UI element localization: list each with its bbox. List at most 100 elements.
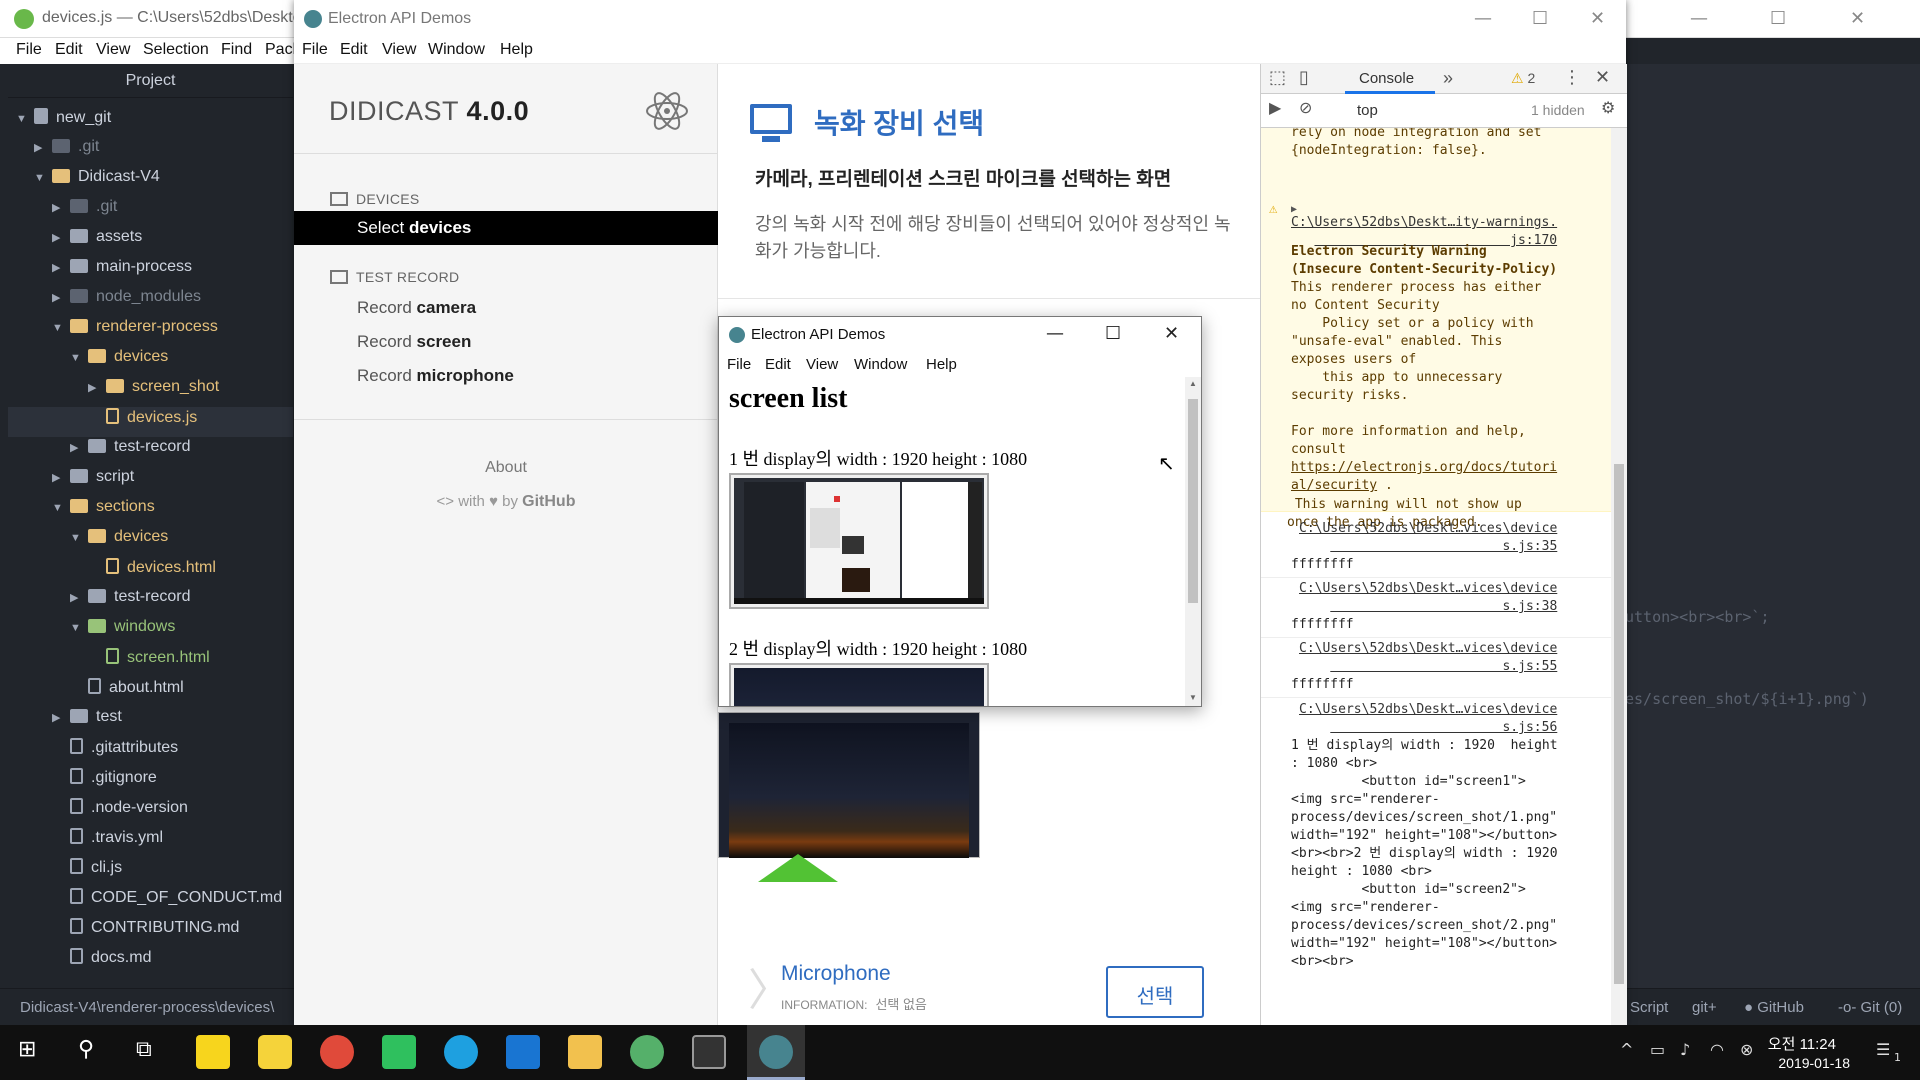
tree-item-devices-html[interactable]: devices.html (106, 558, 216, 588)
maximize-icon[interactable]: ☐ (1532, 8, 1548, 29)
microphone-select-button[interactable]: 선택 (1106, 966, 1204, 1018)
tree-item-screen-html[interactable]: screen.html (106, 648, 210, 678)
windows-start-icon[interactable]: ⊞ (18, 1037, 36, 1062)
tree-item-didicast-v4[interactable]: ▼ Didicast-V4 (34, 168, 160, 198)
atom-code-editor[interactable] (1620, 64, 1920, 1004)
menu-help[interactable]: Help (500, 41, 533, 59)
tree-item-test[interactable]: ▶ test (52, 708, 122, 738)
menu-file[interactable]: File (302, 41, 328, 59)
menu-view[interactable]: View (806, 356, 838, 373)
menu-edit[interactable]: Edit (340, 41, 368, 59)
menu-help[interactable]: Help (926, 356, 957, 373)
scroll-up-icon[interactable]: ▲ (1189, 379, 1197, 388)
tree-item-test-record[interactable]: ▶ test-record (70, 438, 190, 468)
tree-item-code-of-conduct[interactable]: CODE_OF_CONDUCT.md (70, 888, 282, 918)
sticky-notes-icon[interactable] (196, 1035, 230, 1069)
tree-item-sections[interactable]: ▼ sections (52, 498, 155, 528)
tree-item-contributing[interactable]: CONTRIBUTING.md (70, 918, 239, 948)
chevron-up-icon[interactable]: ^ (1620, 1040, 1633, 1059)
menu-edit[interactable]: Edit (765, 356, 791, 373)
tree-item-devices-js[interactable]: devices.js (106, 408, 197, 438)
nav-record-camera[interactable]: Record camera (294, 291, 718, 325)
screen-1-button[interactable] (729, 473, 989, 609)
context-selector[interactable]: top (1357, 102, 1378, 119)
close-icon[interactable]: ✕ (1164, 323, 1179, 344)
tree-item-node-modules[interactable]: ▶ node_modules (52, 288, 201, 318)
tree-item-docs-md[interactable]: docs.md (70, 948, 151, 978)
scrollbar-thumb[interactable] (1614, 464, 1624, 984)
close-icon[interactable]: ✕ (1850, 8, 1865, 29)
nav-record-microphone[interactable]: Record microphone (294, 359, 718, 393)
maximize-icon[interactable]: ☐ (1770, 8, 1786, 29)
more-tabs-icon[interactable]: » (1443, 68, 1453, 89)
tree-item-gitignore[interactable]: .gitignore (70, 768, 157, 798)
status-git[interactable]: -o- Git (0) (1838, 999, 1902, 1016)
pycharm-icon[interactable] (382, 1035, 416, 1069)
menu-window[interactable]: Window (854, 356, 907, 373)
menu-file[interactable]: File (727, 356, 751, 373)
tree-item-travis-yml[interactable]: .travis.yml (70, 828, 163, 858)
console-source-link[interactable]: C:\Users\52dbs\Deskt…vices\device s.js:3… (1299, 520, 1557, 556)
tree-item-script[interactable]: ▶ script (52, 468, 134, 498)
console-source-link[interactable]: C:\Users\52dbs\Deskt…vices\device s.js:5… (1299, 640, 1557, 676)
security-docs-link[interactable]: https://electronjs.org/docs/tutori al/se… (1291, 459, 1557, 495)
tree-item-sections-devices[interactable]: ▼ devices (70, 528, 168, 558)
tree-item-gitattributes[interactable]: .gitattributes (70, 738, 178, 768)
made-with-love-github[interactable]: <> with ♥ by GitHub (294, 493, 718, 511)
tree-item-windows[interactable]: ▼ windows (70, 618, 175, 648)
minimize-icon[interactable]: — (1690, 8, 1708, 29)
status-github[interactable]: ● GitHub (1744, 999, 1804, 1016)
nav-select-devices[interactable]: Select devices (294, 211, 718, 245)
inspect-element-icon[interactable]: ⬚ (1269, 67, 1286, 88)
kebab-menu-icon[interactable]: ⋮ (1563, 67, 1581, 88)
do-not-disturb-icon[interactable]: ⊗ (1740, 1040, 1753, 1059)
tree-item-screen-shot[interactable]: ▶ screen_shot (88, 378, 219, 408)
tree-item-git-2[interactable]: ▶ .git (52, 198, 117, 228)
minimize-icon[interactable]: — (1046, 323, 1064, 344)
terminal-icon[interactable] (692, 1035, 726, 1069)
console-source-link[interactable]: C:\Users\52dbs\Deskt…vices\device s.js:3… (1299, 580, 1557, 616)
atom-menu-file[interactable]: File (16, 41, 42, 59)
sidebar-toggle-icon[interactable]: ▶ (1269, 98, 1281, 117)
wifi-icon[interactable]: ◠ (1710, 1040, 1724, 1059)
device-toolbar-icon[interactable]: ▯ (1299, 67, 1309, 88)
chrome-icon[interactable] (320, 1035, 354, 1069)
clear-console-icon[interactable]: ⊘ (1299, 98, 1312, 117)
search-icon[interactable]: ⚲ (78, 1037, 94, 1062)
warnings-badge[interactable]: ⚠ 2 (1511, 70, 1535, 87)
kakaotalk-icon[interactable] (258, 1035, 292, 1069)
task-view-icon[interactable]: ⧉ (136, 1037, 152, 1062)
console-source-link[interactable]: C:\Users\52dbs\Deskt…vices\device s.js:5… (1299, 701, 1557, 737)
tree-item-renderer-process[interactable]: ▼ renderer-process (52, 318, 218, 348)
tree-item-new-git[interactable]: ▼ new_git (16, 108, 111, 138)
gear-icon[interactable]: ⚙ (1601, 98, 1615, 117)
atom-menu-edit[interactable]: Edit (55, 41, 83, 59)
close-icon[interactable]: ✕ (1595, 67, 1610, 88)
maximize-icon[interactable]: ☐ (1105, 323, 1121, 344)
volume-icon[interactable]: ♪ (1680, 1040, 1690, 1059)
status-git-plus[interactable]: git+ (1692, 999, 1717, 1016)
tree-item-about-html[interactable]: about.html (88, 678, 184, 708)
tree-item-cli-js[interactable]: cli.js (70, 858, 122, 888)
tree-item-assets[interactable]: ▶ assets (52, 228, 142, 258)
taskbar-clock-time[interactable]: 오전 11:24 (1768, 1033, 1836, 1054)
atom-menu-view[interactable]: View (96, 41, 130, 59)
tree-item-node-version[interactable]: .node-version (70, 798, 188, 828)
trello-icon[interactable] (506, 1035, 540, 1069)
messenger-icon[interactable] (444, 1035, 478, 1069)
scroll-down-icon[interactable]: ▼ (1189, 693, 1197, 702)
nav-record-screen[interactable]: Record screen (294, 325, 718, 359)
taskbar-clock-date[interactable]: 2019-01-18 (1778, 1055, 1850, 1071)
status-grammar[interactable]: Script (1630, 999, 1668, 1016)
tree-item-devices[interactable]: ▼ devices (70, 348, 168, 378)
tree-item-git[interactable]: ▶ .git (34, 138, 99, 168)
battery-icon[interactable]: ▭ (1650, 1040, 1665, 1059)
electron-icon[interactable] (759, 1035, 793, 1069)
menu-view[interactable]: View (382, 41, 416, 59)
atom-menu-find[interactable]: Find (221, 41, 252, 59)
tree-item-sections-test-record[interactable]: ▶ test-record (70, 588, 190, 618)
close-icon[interactable]: ✕ (1590, 8, 1605, 29)
tab-console[interactable]: Console (1359, 70, 1414, 87)
scrollbar-thumb[interactable] (1188, 399, 1198, 603)
atom-icon[interactable] (630, 1035, 664, 1069)
